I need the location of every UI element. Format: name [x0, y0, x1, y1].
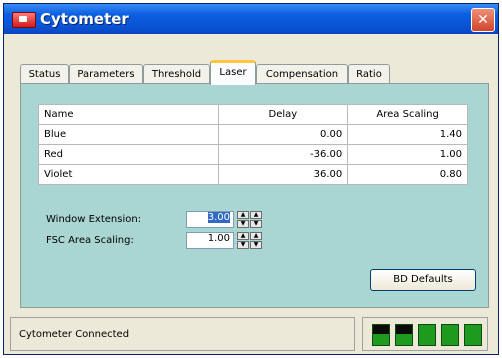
area-scaling-cell[interactable]: 1.00 — [347, 144, 468, 165]
tab-parameters[interactable]: Parameters — [69, 64, 143, 84]
window-extension-label: Window Extension: — [46, 214, 142, 225]
connection-status-text: Cytometer Connected — [10, 317, 355, 351]
indicator-light — [441, 324, 459, 346]
indicator-light — [395, 324, 413, 346]
app-icon — [12, 12, 36, 28]
laser-panel: Name Delay Area Scaling Blue 0.00 1.40 R… — [20, 83, 489, 308]
tab-status[interactable]: Status — [20, 64, 69, 84]
spin-up-arrow-icon[interactable]: ▲ — [237, 232, 249, 240]
fsc-area-scaling-stepper[interactable]: ▲ ▼ ▲ ▼ — [237, 232, 263, 249]
fsc-area-scaling-field[interactable]: 1.00 — [186, 232, 234, 249]
spin-down-arrow-icon[interactable]: ▼ — [237, 220, 249, 228]
indicator-panel — [362, 317, 488, 351]
table-row[interactable]: Red -36.00 1.00 — [38, 144, 468, 165]
laser-name-cell: Blue — [38, 124, 219, 145]
column-header-name[interactable]: Name — [38, 104, 219, 125]
delay-cell[interactable]: 0.00 — [217, 124, 349, 145]
table-header-row: Name Delay Area Scaling — [38, 104, 468, 125]
tab-threshold[interactable]: Threshold — [143, 64, 210, 84]
spin-up-arrow-icon[interactable]: ▲ — [237, 211, 249, 219]
spin-down-arrow-icon[interactable]: ▼ — [250, 220, 262, 228]
spin-up-arrow-icon[interactable]: ▲ — [250, 211, 262, 219]
area-scaling-cell[interactable]: 1.40 — [347, 124, 468, 145]
area-scaling-cell[interactable]: 0.80 — [347, 164, 468, 185]
indicator-light — [418, 324, 436, 346]
indicator-light — [464, 324, 482, 346]
window-extension-stepper[interactable]: ▲ ▼ ▲ ▼ — [237, 211, 263, 228]
window-title: Cytometer — [40, 10, 129, 28]
delay-cell[interactable]: -36.00 — [217, 144, 349, 165]
tab-ratio[interactable]: Ratio — [348, 64, 390, 84]
indicator-light — [372, 324, 390, 346]
table-row[interactable]: Blue 0.00 1.40 — [38, 124, 468, 145]
title-bar[interactable]: Cytometer ✕ — [4, 4, 498, 34]
tab-laser[interactable]: Laser — [210, 60, 256, 85]
bd-defaults-button[interactable]: BD Defaults — [370, 269, 476, 291]
delay-cell[interactable]: 36.00 — [217, 164, 349, 185]
fsc-area-scaling-label: FSC Area Scaling: — [46, 235, 134, 246]
window-extension-value: 3.00 — [207, 212, 230, 223]
laser-name-cell: Red — [38, 144, 219, 165]
close-button[interactable]: ✕ — [471, 8, 495, 32]
laser-table: Name Delay Area Scaling Blue 0.00 1.40 R… — [38, 104, 468, 185]
spin-down-arrow-icon[interactable]: ▼ — [237, 241, 249, 249]
cytometer-window: Cytometer ✕ Status Parameters Threshold … — [3, 3, 499, 355]
spin-up-arrow-icon[interactable]: ▲ — [250, 232, 262, 240]
spin-down-arrow-icon[interactable]: ▼ — [250, 241, 262, 249]
column-header-delay[interactable]: Delay — [217, 104, 349, 125]
laser-name-cell: Violet — [38, 164, 219, 185]
tab-compensation[interactable]: Compensation — [256, 64, 348, 84]
column-header-area-scaling[interactable]: Area Scaling — [347, 104, 468, 125]
table-row[interactable]: Violet 36.00 0.80 — [38, 164, 468, 185]
status-bar: Cytometer Connected — [10, 317, 488, 351]
window-extension-field[interactable]: 3.00 — [186, 211, 234, 228]
